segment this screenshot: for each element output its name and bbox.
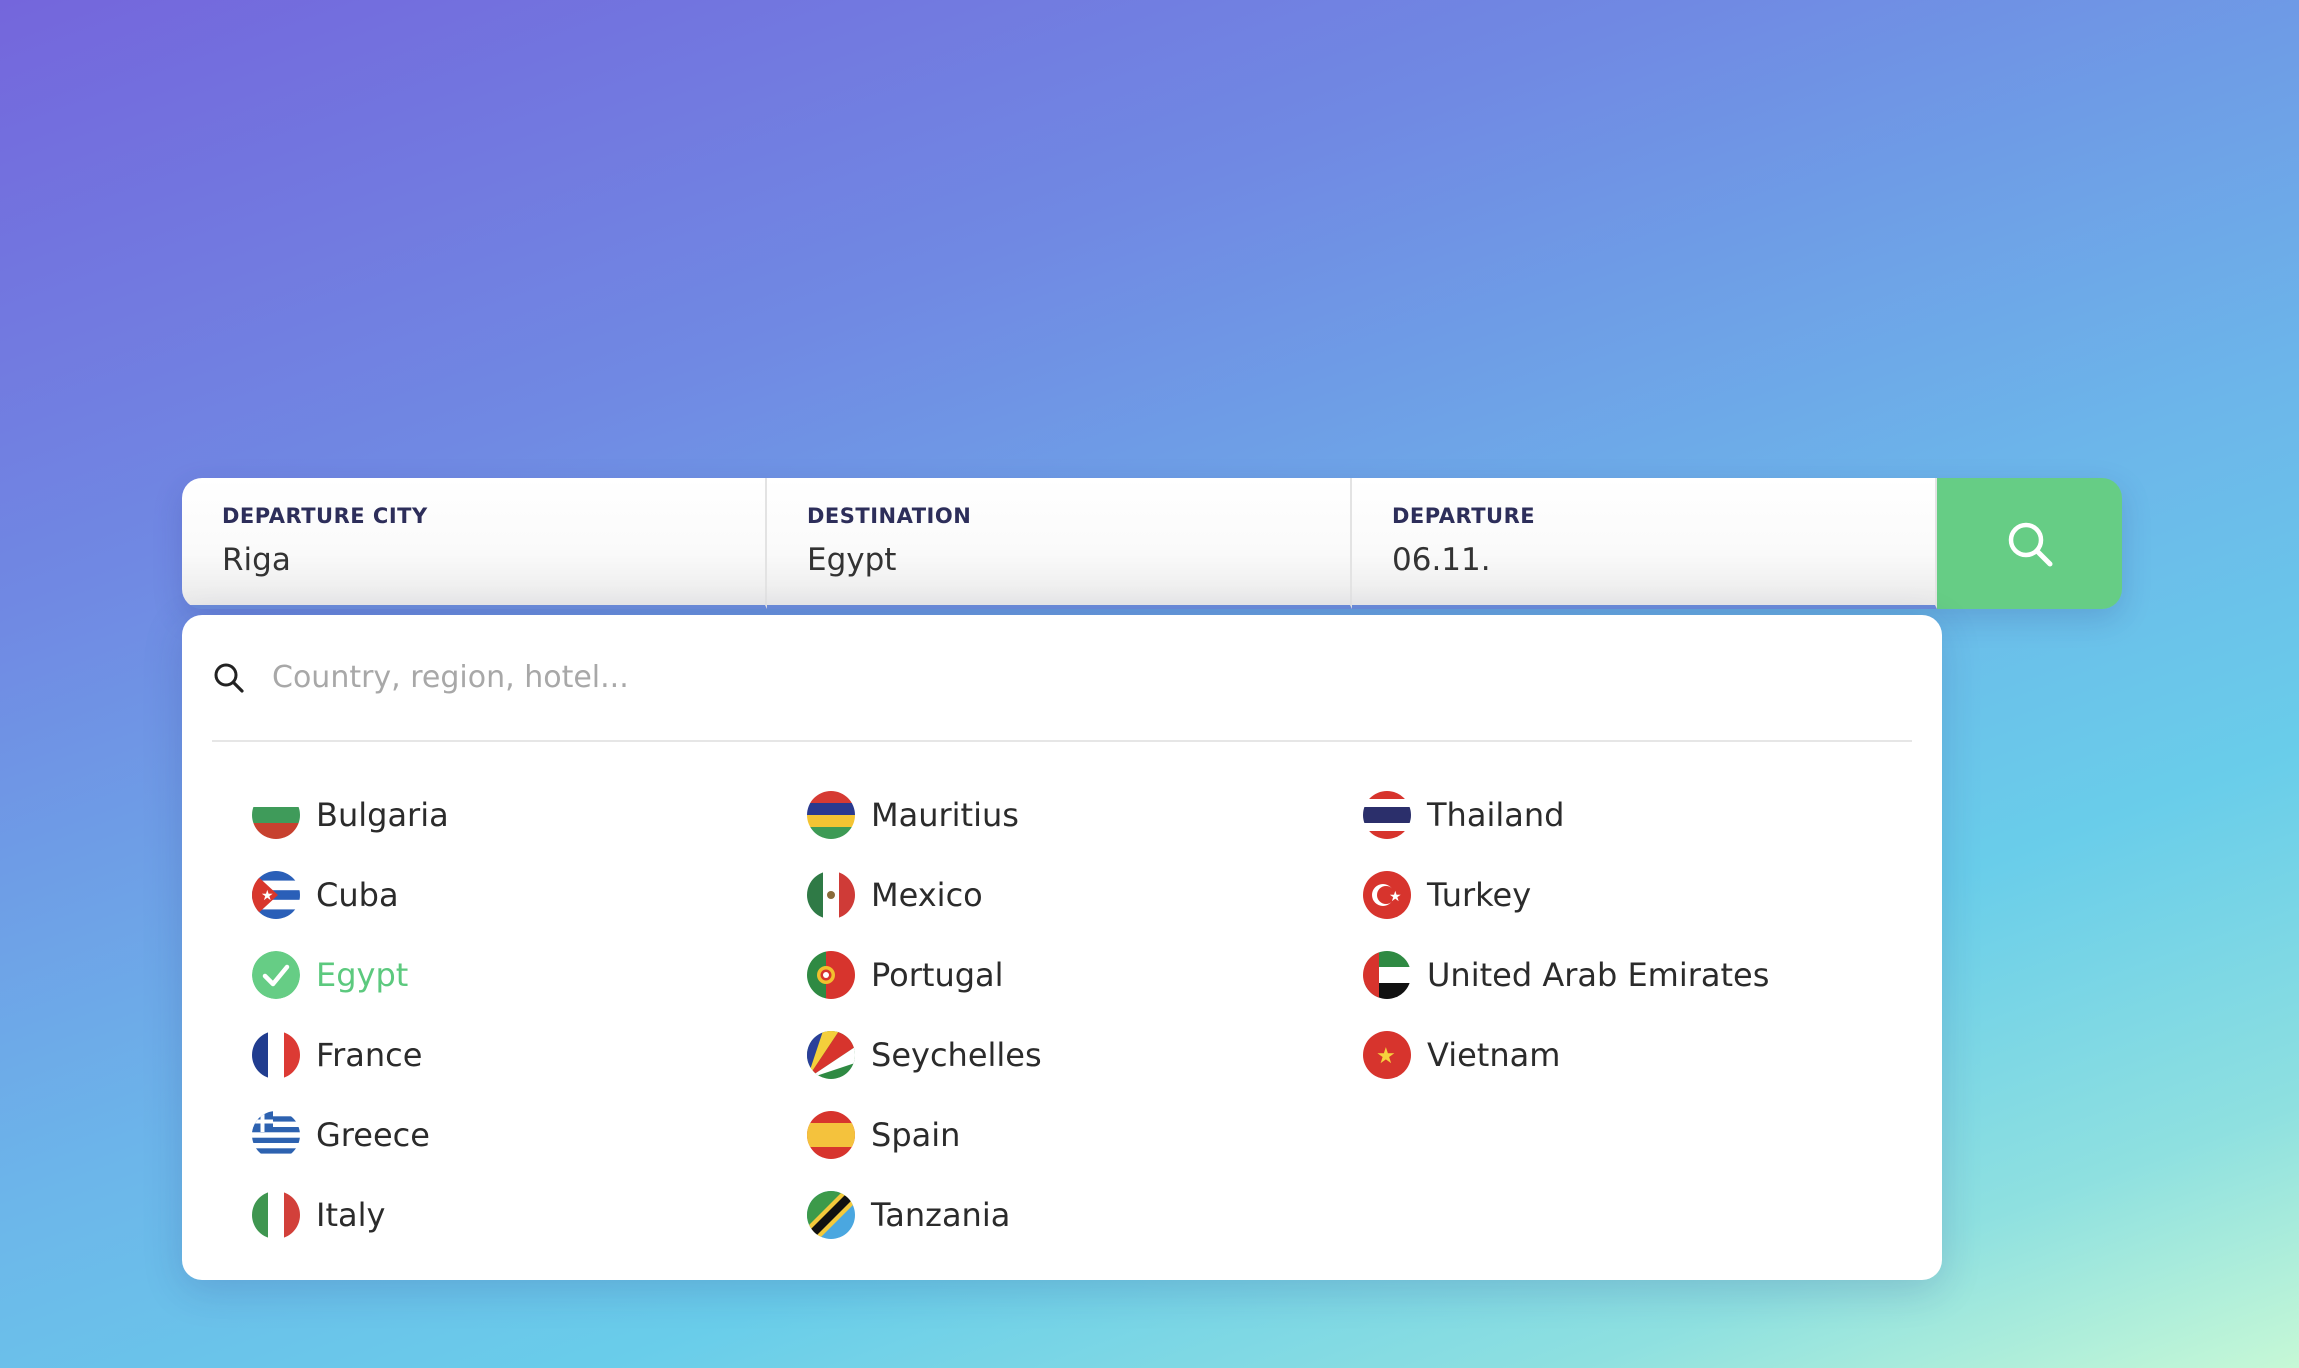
country-name: Turkey	[1427, 876, 1532, 914]
seychelles-flag-icon	[807, 1031, 855, 1079]
country-column-3: Thailand ★ Turkey United Arab Emirates ★…	[1363, 775, 1769, 1095]
destination-dropdown: Bulgaria ★ Cuba Egypt France Greece Ital…	[182, 615, 1942, 1280]
departure-date-value: 06.11.	[1392, 542, 1491, 578]
country-item-greece[interactable]: Greece	[252, 1095, 449, 1175]
search-icon	[2008, 522, 2052, 566]
country-name: Tanzania	[871, 1196, 1011, 1234]
country-name: Mauritius	[871, 796, 1019, 834]
country-item-uae[interactable]: United Arab Emirates	[1363, 935, 1769, 1015]
country-name: Thailand	[1427, 796, 1565, 834]
country-column-1: Bulgaria ★ Cuba Egypt France Greece Ital…	[252, 775, 449, 1255]
country-item-egypt-selected[interactable]: Egypt	[252, 935, 449, 1015]
svg-text:★: ★	[261, 888, 274, 904]
departure-city-label: DEPARTURE CITY	[222, 504, 428, 528]
country-name: Greece	[316, 1116, 430, 1154]
spain-flag-icon	[807, 1111, 855, 1159]
departure-city-value: Riga	[222, 542, 291, 578]
greece-flag-icon	[252, 1111, 300, 1159]
destination-field[interactable]: DESTINATION Egypt	[767, 478, 1352, 609]
country-item-seychelles[interactable]: Seychelles	[807, 1015, 1042, 1095]
country-item-italy[interactable]: Italy	[252, 1175, 449, 1255]
tanzania-flag-icon	[807, 1191, 855, 1239]
mexico-flag-icon	[807, 871, 855, 919]
country-item-vietnam[interactable]: ★ Vietnam	[1363, 1015, 1769, 1095]
country-item-mexico[interactable]: Mexico	[807, 855, 1042, 935]
country-item-turkey[interactable]: ★ Turkey	[1363, 855, 1769, 935]
country-column-2: Mauritius Mexico Portugal Seychelles Spa…	[807, 775, 1042, 1255]
thailand-flag-icon	[1363, 791, 1411, 839]
country-item-france[interactable]: France	[252, 1015, 449, 1095]
country-name: Bulgaria	[316, 796, 449, 834]
country-name: Cuba	[316, 876, 399, 914]
svg-text:★: ★	[1389, 889, 1402, 905]
checkmark-icon	[252, 951, 300, 999]
portugal-flag-icon	[807, 951, 855, 999]
country-item-mauritius[interactable]: Mauritius	[807, 775, 1042, 855]
destination-label: DESTINATION	[807, 504, 972, 528]
mauritius-flag-icon	[807, 791, 855, 839]
search-button[interactable]	[1937, 478, 2122, 609]
destination-search-input[interactable]	[270, 659, 1774, 696]
country-name: United Arab Emirates	[1427, 956, 1770, 994]
svg-text:★: ★	[1376, 1044, 1396, 1069]
search-icon	[214, 663, 244, 693]
uae-flag-icon	[1363, 951, 1411, 999]
country-item-spain[interactable]: Spain	[807, 1095, 1042, 1175]
country-item-bulgaria[interactable]: Bulgaria	[252, 775, 449, 855]
italy-flag-icon	[252, 1191, 300, 1239]
country-name: France	[316, 1036, 423, 1074]
bulgaria-flag-icon	[252, 791, 300, 839]
destination-value: Egypt	[807, 542, 897, 578]
departure-city-field[interactable]: DEPARTURE CITY Riga	[182, 478, 767, 609]
country-name: Seychelles	[871, 1036, 1042, 1074]
france-flag-icon	[252, 1031, 300, 1079]
destination-filter	[212, 615, 1912, 742]
country-name: Italy	[316, 1196, 386, 1234]
departure-date-label: DEPARTURE	[1392, 504, 1536, 528]
turkey-flag-icon: ★	[1363, 871, 1411, 919]
country-name: Vietnam	[1427, 1036, 1561, 1074]
country-item-portugal[interactable]: Portugal	[807, 935, 1042, 1015]
vietnam-flag-icon: ★	[1363, 1031, 1411, 1079]
country-name: Portugal	[871, 956, 1004, 994]
country-name: Spain	[871, 1116, 961, 1154]
country-name: Egypt	[316, 956, 409, 994]
cuba-flag-icon: ★	[252, 871, 300, 919]
departure-date-field[interactable]: DEPARTURE 06.11.	[1352, 478, 1937, 609]
country-name: Mexico	[871, 876, 983, 914]
country-item-cuba[interactable]: ★ Cuba	[252, 855, 449, 935]
country-item-thailand[interactable]: Thailand	[1363, 775, 1769, 855]
search-bar: DEPARTURE CITY Riga DESTINATION Egypt DE…	[182, 478, 2122, 609]
country-item-tanzania[interactable]: Tanzania	[807, 1175, 1042, 1255]
